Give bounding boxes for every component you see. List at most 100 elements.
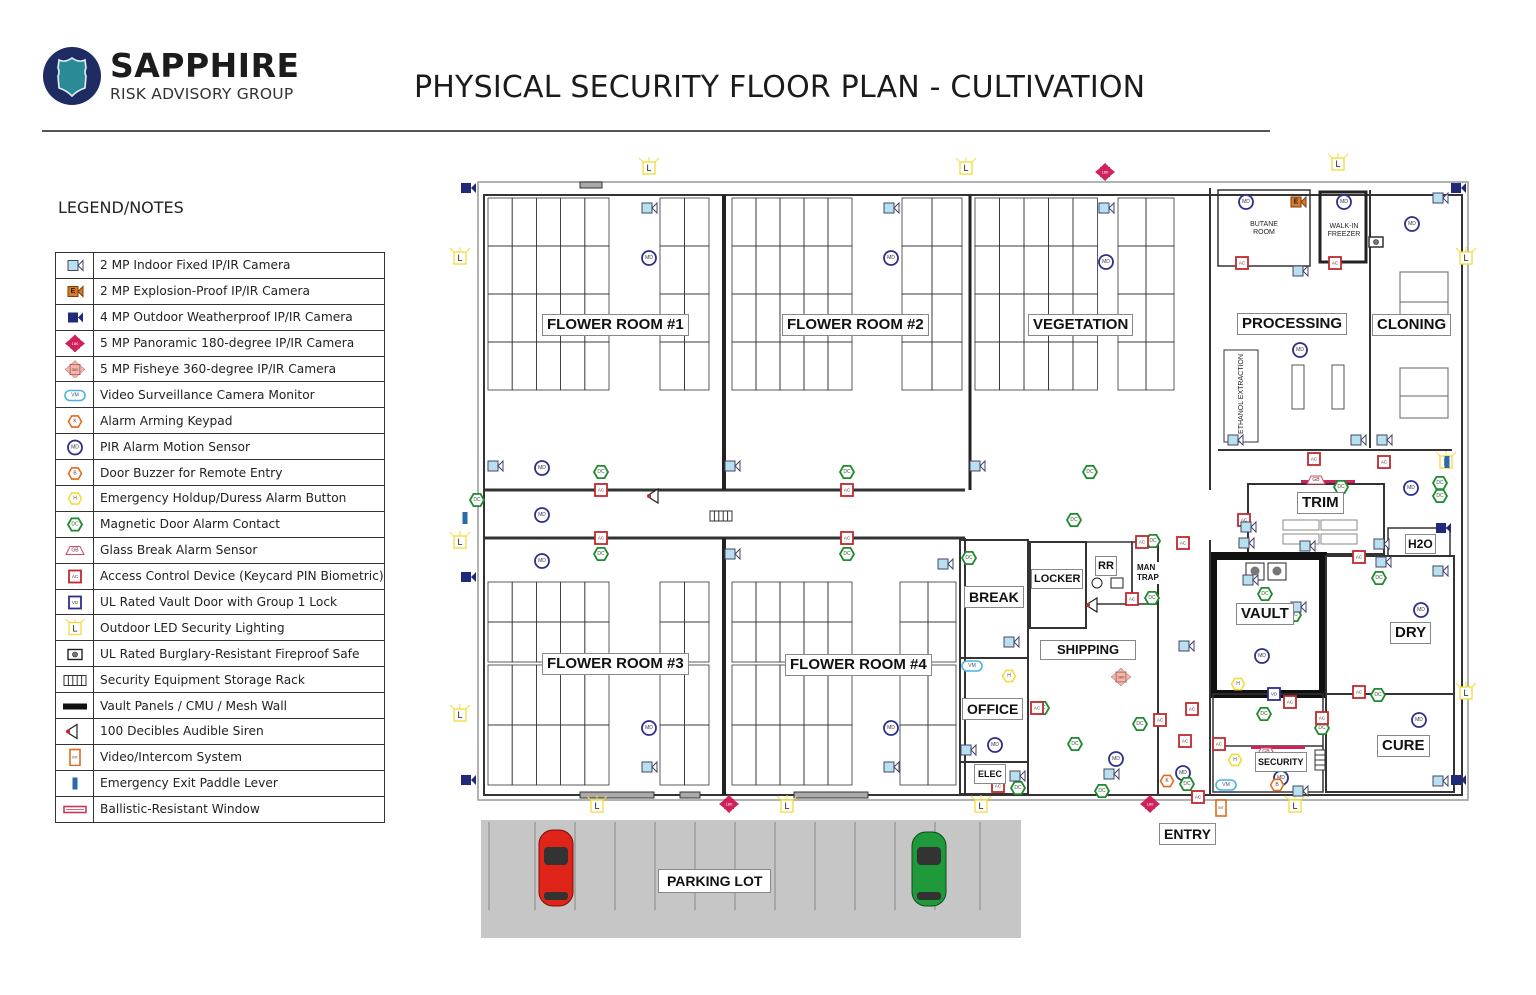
brand-subtitle: RISK ADVISORY GROUP xyxy=(110,85,294,103)
room-label-vault: VAULT xyxy=(1236,603,1294,625)
explosion-proof-camera-icon: E xyxy=(56,278,94,304)
indoor-camera-icon xyxy=(641,201,658,215)
room-label-elec: ELEC xyxy=(974,764,1007,784)
svg-text:L: L xyxy=(594,801,599,811)
svg-text:AC: AC xyxy=(1195,795,1202,800)
floor-plan: 180180180360LLLLLLLLLLLLLMDMDMDMDMDMDMDM… xyxy=(440,150,1490,950)
safe-icon xyxy=(1368,236,1384,248)
door-contact-icon: DC xyxy=(1256,586,1274,602)
svg-text:L: L xyxy=(978,801,983,811)
svg-text:AC: AC xyxy=(1311,457,1318,462)
led-light-icon: L xyxy=(970,795,992,813)
grow-table xyxy=(511,724,537,786)
grow-table xyxy=(1145,197,1175,247)
grow-table xyxy=(536,197,562,247)
led-light-icon: L xyxy=(449,531,471,549)
svg-text:AC: AC xyxy=(1239,261,1246,266)
led-light-icon: L xyxy=(449,247,471,265)
motion-sensor-icon: MD xyxy=(1098,254,1114,270)
motion-sensor-icon: MD xyxy=(1108,751,1124,767)
svg-text:L: L xyxy=(963,163,968,173)
access-control-icon: AC xyxy=(1315,711,1329,725)
grow-table xyxy=(536,341,562,391)
svg-text:DC: DC xyxy=(1436,480,1444,486)
svg-text:L: L xyxy=(784,801,789,811)
svg-text:DC: DC xyxy=(1374,692,1382,698)
access-control-icon: AC xyxy=(1307,452,1321,466)
room-label-locker: LOCKER xyxy=(1031,569,1084,589)
camera-monitor-icon: VM xyxy=(56,382,94,408)
svg-text:MD: MD xyxy=(1179,770,1187,776)
panoramic-camera-icon: 180 xyxy=(1140,795,1160,813)
access-control-icon: AC xyxy=(1328,256,1342,270)
grow-table xyxy=(731,245,757,295)
door-buzzer-icon: B xyxy=(56,460,94,486)
door-contact-icon: DC xyxy=(1009,781,1027,795)
svg-text:H: H xyxy=(1007,673,1011,679)
door-contact-icon: DC xyxy=(1065,512,1083,528)
led-light-icon: L xyxy=(1455,682,1477,700)
legend-row: AC Access Control Device (Keycard PIN Bio… xyxy=(56,563,384,590)
grow-table xyxy=(999,245,1025,295)
room-label-dry: DRY xyxy=(1390,622,1432,644)
access-control-icon: AC xyxy=(1235,256,1249,270)
grow-table xyxy=(1145,245,1175,295)
grow-table xyxy=(827,341,853,391)
access-control-icon: AC xyxy=(1185,702,1199,716)
legend-label: 4 MP Outdoor Weatherproof IP/IR Camera xyxy=(100,310,353,325)
grow-table xyxy=(487,245,513,295)
intercom-icon: INT xyxy=(1215,799,1227,817)
svg-text:MD: MD xyxy=(538,512,546,518)
svg-text:MD: MD xyxy=(991,742,999,748)
svg-text:360: 360 xyxy=(71,367,78,372)
svg-text:VM: VM xyxy=(71,392,79,398)
indoor-camera-icon xyxy=(1373,537,1390,551)
grow-table xyxy=(560,197,586,247)
legend-row: E 2 MP Explosion-Proof IP/IR Camera xyxy=(56,278,384,305)
exit-paddle-icon xyxy=(462,512,468,524)
motion-sensor-icon: MD xyxy=(1292,342,1308,358)
motion-sensor-icon: MD xyxy=(883,250,899,266)
page-title: PHYSICAL SECURITY FLOOR PLAN - CULTIVATI… xyxy=(414,70,1146,105)
access-control-icon: AC xyxy=(1030,701,1044,715)
indoor-camera-icon xyxy=(883,760,900,774)
legend-row: Vault Panels / CMU / Mesh Wall xyxy=(56,693,384,720)
access-control-icon: AC xyxy=(840,483,854,497)
door-contact-icon: DC xyxy=(838,464,856,480)
room-label-flower-3: FLOWER ROOM #3 xyxy=(542,653,689,675)
svg-text:E: E xyxy=(1294,199,1299,206)
safe-icon xyxy=(56,641,94,667)
access-control-icon: AC xyxy=(56,563,94,589)
grow-table xyxy=(755,724,781,786)
svg-text:AC: AC xyxy=(1356,555,1363,560)
room-label-mantrap: MAN TRAP xyxy=(1133,562,1159,584)
room-label-cure: CURE xyxy=(1377,735,1430,757)
legend-row: 2 MP Indoor Fixed IP/IR Camera xyxy=(56,253,384,279)
grow-table xyxy=(827,197,853,247)
svg-text:180: 180 xyxy=(1102,170,1109,175)
svg-text:INT: INT xyxy=(72,756,79,760)
svg-text:L: L xyxy=(1335,159,1340,169)
legend-row: L Outdoor LED Security Lighting xyxy=(56,615,384,642)
led-light-icon: L xyxy=(1455,247,1477,265)
grow-table xyxy=(1145,293,1175,343)
svg-text:H: H xyxy=(1233,757,1237,763)
svg-text:DC: DC xyxy=(597,469,605,475)
svg-text:AC: AC xyxy=(844,536,851,541)
indoor-camera-icon xyxy=(883,201,900,215)
svg-text:MD: MD xyxy=(1102,259,1110,265)
led-light-icon: L xyxy=(955,157,977,175)
fisheye-camera-icon: 360 xyxy=(56,356,94,382)
led-light-icon: L xyxy=(1327,153,1349,171)
legend-label: Glass Break Alarm Sensor xyxy=(100,543,258,558)
grow-table xyxy=(1023,245,1049,295)
access-control-icon: AC xyxy=(1178,734,1192,748)
svg-text:DC: DC xyxy=(843,551,851,557)
vault-door-icon: VD xyxy=(1267,687,1281,701)
legend-label: 100 Decibles Audible Siren xyxy=(100,724,264,739)
grow-table xyxy=(659,341,685,391)
svg-text:MD: MD xyxy=(645,255,653,261)
led-light-icon: L xyxy=(56,615,94,641)
outdoor-camera-icon xyxy=(461,775,476,785)
motion-sensor-icon: MD xyxy=(56,434,94,460)
